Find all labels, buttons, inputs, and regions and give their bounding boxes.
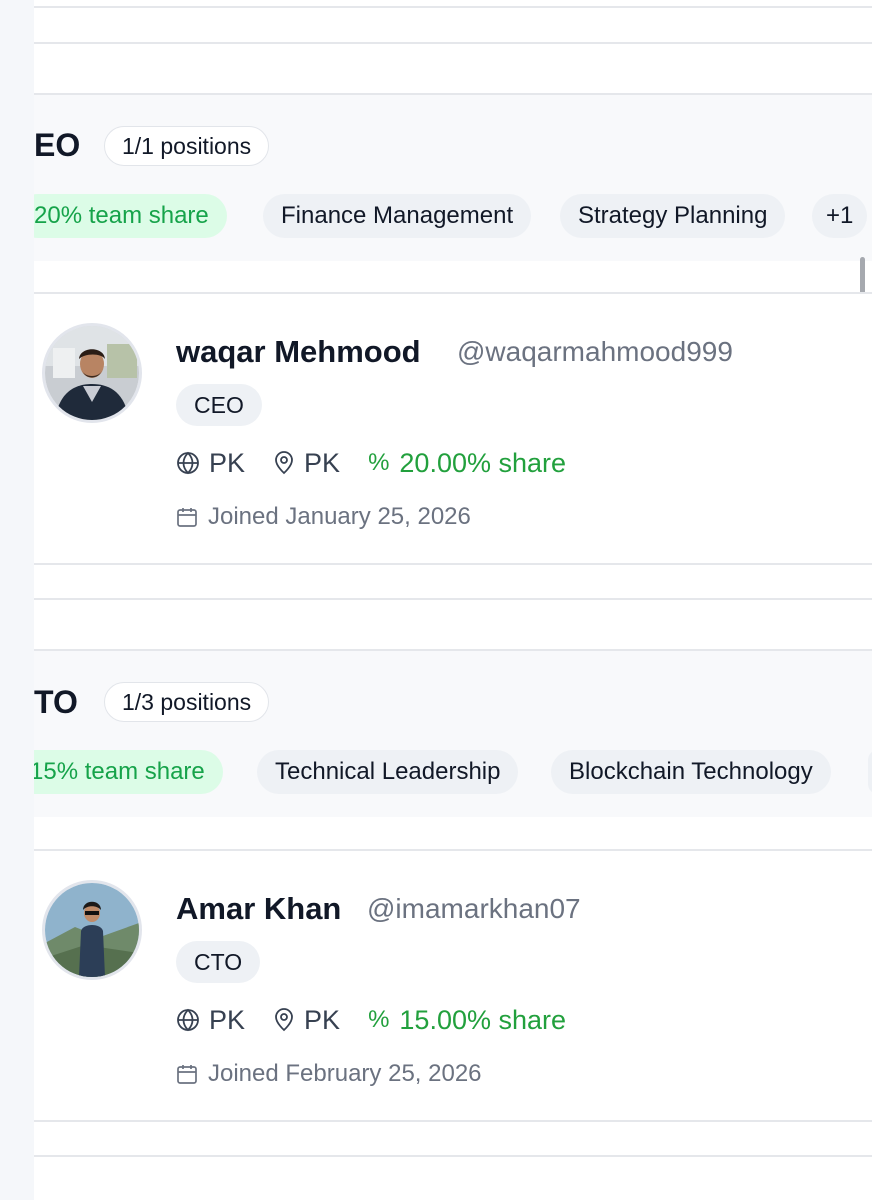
skill-chip: Finance Management (263, 194, 532, 238)
country-text: PK (209, 447, 246, 478)
calendar-icon (176, 506, 198, 528)
avatar[interactable] (42, 880, 142, 980)
skill-chip-overflow (868, 750, 872, 794)
avatar[interactable] (42, 323, 142, 423)
globe-icon (176, 451, 200, 475)
joined-text: Joined January 25, 2026 (208, 503, 471, 530)
member-card-waqar[interactable]: waqar Mehmood @waqarmahmood999 CEO PK PK… (34, 294, 872, 564)
role-section-header-ceo[interactable]: EO 1/1 positions 20% team share Finance … (34, 93, 872, 261)
joined-row: Joined February 25, 2026 (176, 1059, 482, 1089)
percent-icon: % (368, 1006, 390, 1033)
percent-icon: % (368, 449, 390, 476)
member-meta-row: PK PK % 15.00% share (176, 1004, 566, 1036)
role-section-header-cto[interactable]: TO 1/3 positions 15% team share Technica… (34, 649, 872, 817)
member-handle[interactable]: @imamarkhan07 (367, 893, 581, 925)
map-pin-icon (273, 451, 295, 475)
divider (34, 598, 872, 600)
left-sidebar-strip (0, 0, 34, 1200)
joined-row: Joined January 25, 2026 (176, 502, 471, 532)
role-title: TO (34, 684, 78, 720)
more-skills-chip[interactable]: +1 (812, 194, 868, 238)
skill-chip: Strategy Planning (560, 194, 786, 238)
role-title: EO (34, 127, 81, 163)
member-card-amar[interactable]: Amar Khan @imamarkhan07 CTO PK PK % 15.0… (34, 851, 872, 1121)
member-name[interactable]: waqar Mehmood (176, 334, 421, 370)
location-text: PK (304, 447, 341, 478)
member-name[interactable]: Amar Khan (176, 891, 341, 927)
share-text: 15.00% share (399, 1004, 567, 1035)
divider (34, 1120, 872, 1122)
member-role-badge: CTO (176, 941, 261, 983)
divider (34, 1155, 872, 1157)
share-text: 20.00% share (399, 447, 567, 478)
skill-chip: Technical Leadership (257, 750, 519, 794)
member-handle[interactable]: @waqarmahmood999 (457, 336, 733, 368)
map-pin-icon (273, 1008, 295, 1032)
skill-chip: Blockchain Technology (551, 750, 831, 794)
team-share-chip: 15% team share (34, 750, 223, 794)
member-meta-row: PK PK % 20.00% share (176, 447, 566, 479)
joined-text: Joined February 25, 2026 (208, 1060, 482, 1087)
divider (34, 6, 872, 8)
location-text: PK (304, 1004, 341, 1035)
team-share-chip: 20% team share (34, 194, 227, 238)
globe-icon (176, 1008, 200, 1032)
country-text: PK (209, 1004, 246, 1035)
positions-badge: 1/1 positions (104, 126, 270, 166)
divider (34, 42, 872, 44)
positions-badge: 1/3 positions (104, 682, 270, 722)
member-role-badge: CEO (176, 384, 262, 426)
divider (34, 563, 872, 565)
calendar-icon (176, 1063, 198, 1085)
